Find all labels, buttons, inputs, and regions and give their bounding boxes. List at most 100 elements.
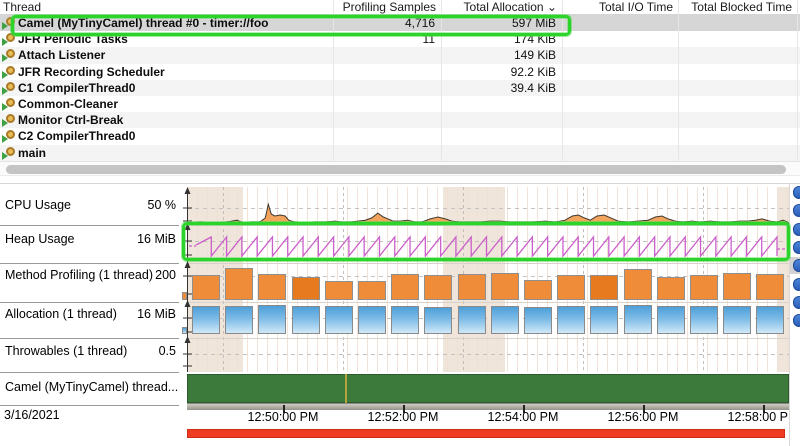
allocation-bar[interactable] — [524, 307, 552, 334]
table-row[interactable]: Common-Cleaner — [0, 96, 800, 112]
thread-icon — [2, 147, 17, 160]
thread-icon — [2, 17, 17, 30]
time-label: 12:56:00 PM — [595, 410, 691, 424]
thread-icon — [2, 66, 17, 79]
allocation-bar[interactable] — [756, 306, 784, 334]
table-row[interactable]: Monitor Ctrl-Break — [0, 112, 800, 128]
time-label: 12:58:00 PM — [715, 410, 800, 424]
expand-arrow-icon[interactable] — [2, 38, 8, 46]
timeline-range-selector[interactable] — [187, 429, 785, 438]
allocation-bar[interactable] — [391, 306, 419, 334]
method-profiling-bar[interactable] — [690, 275, 718, 300]
method-profiling-bar[interactable] — [756, 274, 784, 300]
table-row[interactable]: JFR Recording Scheduler 92.2 KiB — [0, 64, 800, 80]
thread-icon — [2, 114, 17, 127]
allocation-bar[interactable] — [590, 306, 618, 334]
expand-arrow-icon[interactable] — [2, 103, 8, 111]
expand-arrow-icon[interactable] — [2, 71, 8, 79]
method-profiling-bar[interactable] — [624, 269, 652, 300]
lane-divider — [187, 338, 789, 339]
expand-arrow-icon[interactable] — [2, 22, 8, 30]
table-row[interactable]: main — [0, 145, 800, 161]
expand-arrow-icon[interactable] — [2, 119, 8, 127]
lane-axis-value-0: 50 % — [108, 198, 176, 212]
allocation-bar[interactable] — [358, 306, 386, 334]
thread-icon — [2, 98, 17, 111]
method-profiling-bar[interactable] — [657, 277, 685, 300]
expand-arrow-icon[interactable] — [2, 152, 8, 160]
cell-allocation: 92.2 KiB — [441, 64, 556, 80]
method-profiling-bar[interactable] — [358, 281, 386, 300]
heap-usage-chart[interactable] — [187, 225, 789, 263]
allocation-bar[interactable] — [424, 307, 452, 334]
column-header-total-i-o-time[interactable]: Total I/O Time — [562, 0, 673, 15]
thread-activity-bar[interactable] — [187, 374, 789, 403]
table-row[interactable]: C1 CompilerThread039.4 KiB — [0, 80, 800, 96]
allocation-bar[interactable] — [292, 306, 320, 334]
column-divider — [441, 0, 442, 161]
thread-table[interactable]: ThreadProfiling Samples Total Allocation … — [0, 0, 800, 161]
allocation-bar[interactable] — [192, 306, 220, 334]
allocation-bar[interactable] — [491, 306, 519, 334]
lane-toggle-button[interactable] — [793, 223, 800, 236]
lane-toggle-button[interactable] — [793, 241, 800, 254]
allocation-bar[interactable] — [723, 306, 751, 334]
allocation-bar[interactable] — [624, 305, 652, 334]
column-divider — [797, 0, 798, 161]
method-profiling-bar[interactable] — [192, 275, 220, 300]
thread-name: C2 CompilerThread0 — [18, 128, 135, 144]
method-profiling-bar[interactable] — [258, 274, 286, 300]
timeline-panel[interactable]: CPU Usage50 %Heap Usage16 MiBMethod Prof… — [0, 183, 800, 446]
allocation-bar[interactable] — [657, 306, 685, 334]
table-row[interactable]: JFR Periodic Tasks11174 KiB — [0, 31, 800, 47]
lane-toggle-button[interactable] — [793, 296, 800, 309]
method-profiling-bar[interactable] — [225, 268, 253, 300]
thread-name: Common-Cleaner — [18, 96, 118, 112]
lane-toggle-button[interactable] — [793, 186, 800, 199]
allocation-bar[interactable] — [258, 305, 286, 334]
column-header-total-allocation[interactable]: Total Allocation ⌄ — [441, 0, 557, 15]
allocation-bar[interactable] — [557, 306, 585, 334]
method-profiling-bar[interactable] — [391, 274, 419, 300]
table-row[interactable]: Attach Listener149 KiB — [0, 47, 800, 63]
cpu-usage-chart[interactable] — [187, 187, 789, 225]
table-row[interactable]: C2 CompilerThread0 — [0, 128, 800, 144]
thread-table-header: ThreadProfiling Samples Total Allocation … — [0, 0, 800, 15]
method-profiling-bar[interactable] — [590, 275, 618, 300]
lane-toggle-button[interactable] — [793, 278, 800, 291]
expand-arrow-icon[interactable] — [2, 135, 8, 143]
lane-toggle-button[interactable] — [793, 314, 800, 327]
column-header-thread[interactable]: Thread — [3, 0, 333, 15]
method-profiling-bar[interactable] — [491, 273, 519, 300]
allocation-bar[interactable] — [458, 306, 486, 334]
table-horizontal-scrollbar[interactable] — [0, 161, 800, 176]
scrollbar-thumb[interactable] — [6, 165, 786, 174]
gutter-separator — [0, 302, 179, 303]
thread-name: Camel (MyTinyCamel) thread #0 - timer://… — [18, 15, 269, 31]
column-header-total-blocked-time[interactable]: Total Blocked Time — [678, 0, 792, 15]
lane-label-0: CPU Usage — [5, 198, 71, 212]
lane-label-4: Throwables (1 thread) — [5, 344, 127, 358]
table-row[interactable]: Camel (MyTinyCamel) thread #0 - timer://… — [0, 15, 800, 31]
expand-arrow-icon[interactable] — [2, 87, 8, 95]
lane-label-5: Camel (MyTinyCamel) thread... — [5, 380, 178, 394]
cell-allocation: 39.4 KiB — [441, 80, 556, 96]
lane-toggle-button[interactable] — [793, 259, 800, 272]
method-profiling-bar[interactable] — [723, 273, 751, 300]
allocation-bar[interactable] — [690, 306, 718, 334]
lane-toggle-button[interactable] — [793, 204, 800, 217]
method-profiling-bar[interactable] — [458, 274, 486, 300]
method-profiling-bar[interactable] — [424, 275, 452, 300]
method-profiling-bar[interactable] — [557, 275, 585, 300]
lane-axis-value-1: 16 MiB — [108, 232, 176, 246]
column-header-profiling-samples[interactable]: Profiling Samples — [333, 0, 436, 15]
method-profiling-bar[interactable] — [524, 280, 552, 300]
allocation-bar[interactable] — [225, 306, 253, 334]
method-profiling-bar[interactable] — [325, 281, 353, 300]
thread-name: JFR Periodic Tasks — [18, 31, 128, 47]
thread-name: JFR Recording Scheduler — [18, 64, 165, 80]
allocation-bar[interactable] — [325, 306, 353, 334]
expand-arrow-icon[interactable] — [2, 54, 8, 62]
lane-toggle-panel — [789, 184, 800, 446]
method-profiling-bar[interactable] — [292, 277, 320, 300]
